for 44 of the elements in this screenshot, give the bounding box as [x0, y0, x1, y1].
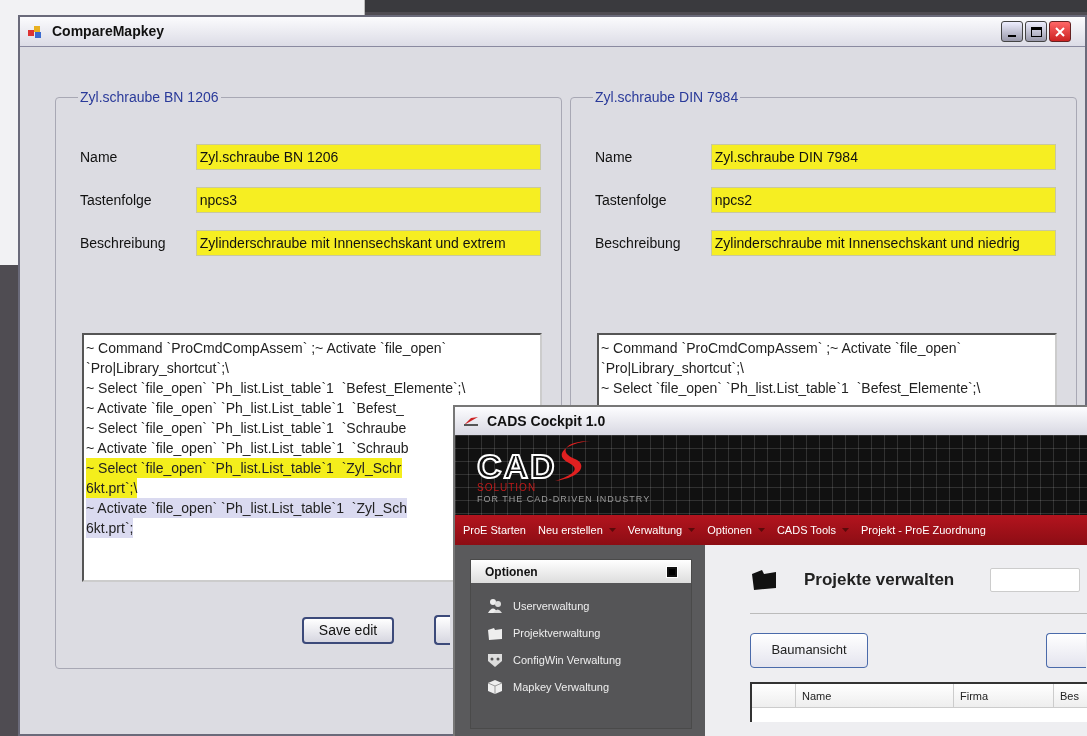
- logo-subtitle: SOLUTION: [477, 483, 538, 493]
- menu-item[interactable]: Optionen: [707, 521, 765, 539]
- field-label: Name: [595, 147, 634, 167]
- code-line: `Pro|Library_shortcut`;\: [86, 359, 229, 378]
- code-line: ~ Select `file_open` `Ph_list.List_table`1 `Befest_Elemente`;\: [86, 379, 466, 398]
- code-line: ~ Activate `file_open` `Ph_list.List_table`1 `Befest_: [86, 399, 404, 418]
- tree-view-button[interactable]: Baumansicht: [750, 632, 868, 668]
- save-button[interactable]: Save edit: [302, 617, 394, 644]
- code-line: ~ Command `ProCmdCompAssem` ;~ Activate `file_open`: [601, 339, 962, 358]
- sidebar-item[interactable]: Mapkey Verwaltung: [487, 676, 691, 698]
- sidebar-item[interactable]: Projektverwaltung: [487, 622, 691, 644]
- menu-item[interactable]: Neu erstellen: [538, 521, 616, 539]
- text-field[interactable]: Zyl.schraube DIN 7984: [710, 144, 1056, 170]
- group-title: Zyl.schraube DIN 7984: [594, 88, 740, 107]
- code-line: `Pro|Library_shortcut`;\: [601, 359, 744, 378]
- code-line: ~ Select `file_open` `Ph_list.List_table`1 `Schraube: [86, 419, 407, 438]
- column-header: Firma: [954, 683, 1054, 708]
- group-title: Zyl.schraube BN 1206: [79, 88, 220, 107]
- sidebar-item[interactable]: Userverwaltung: [487, 595, 691, 617]
- menu-item[interactable]: Projekt - ProE Zuordnung: [861, 521, 986, 539]
- text-field[interactable]: Zyl.schraube BN 1206: [195, 144, 541, 170]
- code-line: ~ Activate `file_open` `Ph_list.List_table`1 `Schraub: [86, 439, 409, 458]
- window-title: CADS Cockpit 1.0: [487, 411, 606, 431]
- column-header: Name: [796, 683, 954, 708]
- text-field[interactable]: Zylinderschraube mit Innensechskant und extrem: [195, 230, 541, 256]
- window-title: CompareMapkey: [52, 22, 165, 41]
- menu-item[interactable]: ProE Starten: [463, 521, 526, 539]
- field-label: Beschreibung: [80, 233, 167, 253]
- text-field[interactable]: npcs2: [710, 187, 1056, 213]
- text-field[interactable]: npcs3: [195, 187, 541, 213]
- page-heading: Projekte verwalten: [804, 569, 955, 591]
- menu-item[interactable]: CADS Tools: [776, 521, 849, 539]
- text-field[interactable]: Zylinderschraube mit Innensechskant und niedrig: [710, 230, 1056, 256]
- code-line: ~ Select `file_open` `Ph_list.List_table`1 `Befest_Elemente`;\: [601, 379, 981, 398]
- field-label: Tastenfolge: [80, 190, 153, 210]
- logo-text: CAD: [477, 449, 557, 483]
- panel-title: Optionen: [485, 563, 538, 581]
- field-label: Name: [80, 147, 119, 167]
- field-label: Tastenfolge: [595, 190, 668, 210]
- menu-item[interactable]: Verwaltung: [627, 521, 696, 539]
- field-label: Beschreibung: [595, 233, 682, 253]
- sidebar-item[interactable]: ConfigWin Verwaltung: [487, 649, 691, 671]
- logo-tagline: FOR THE CAD-DRIVEN INDUSTRY: [477, 493, 651, 505]
- code-line: ~ Command `ProCmdCompAssem` ;~ Activate `file_open`: [86, 339, 447, 358]
